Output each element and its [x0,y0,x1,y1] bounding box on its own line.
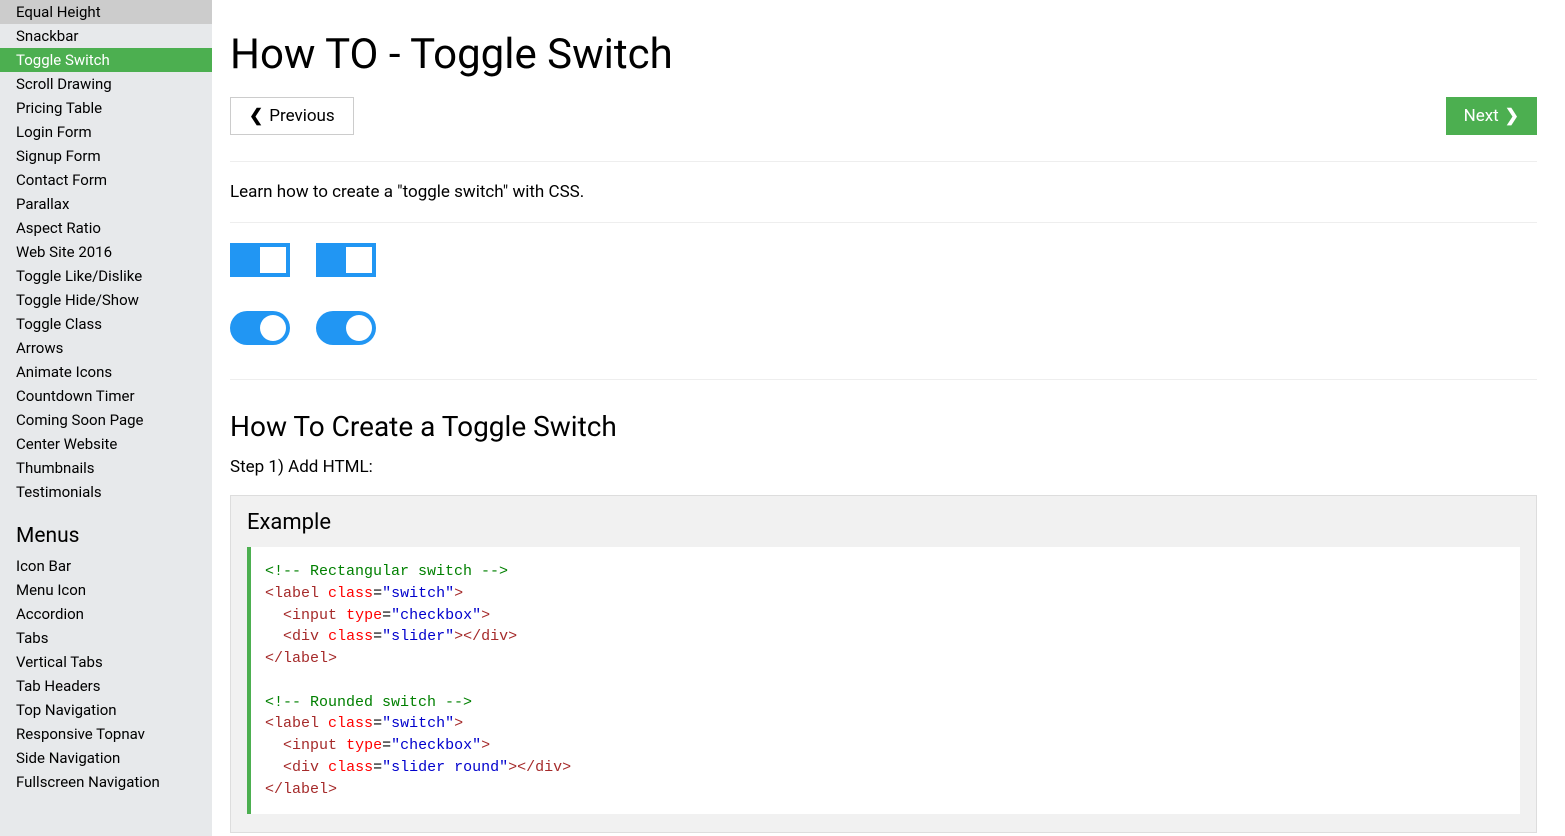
toggle-switch-square-off[interactable] [230,243,290,277]
previous-label: Previous [269,106,334,126]
demo-row-round [230,311,1537,345]
demo-row-square [230,243,1537,277]
chevron-right-icon: ❯ [1505,106,1519,126]
divider [230,161,1537,162]
sidebar-group-2: Icon BarMenu IconAccordionTabsVertical T… [0,554,212,794]
sidebar-item-accordion[interactable]: Accordion [0,602,212,626]
sidebar-item-toggle-switch[interactable]: Toggle Switch [0,48,212,72]
sidebar-item-parallax[interactable]: Parallax [0,192,212,216]
sidebar-item-scroll-drawing[interactable]: Scroll Drawing [0,72,212,96]
sidebar-item-pricing-table[interactable]: Pricing Table [0,96,212,120]
nav-buttons: ❮ Previous Next ❯ [230,97,1537,135]
slider [316,311,376,345]
chevron-left-icon: ❮ [249,106,263,126]
toggle-switch-round-on[interactable] [316,311,376,345]
next-label: Next [1464,106,1499,126]
sidebar-item-fullscreen-navigation[interactable]: Fullscreen Navigation [0,770,212,794]
previous-button[interactable]: ❮ Previous [230,97,354,135]
sidebar: Equal HeightSnackbarToggle SwitchScroll … [0,0,212,836]
section-title: How To Create a Toggle Switch [230,410,1537,443]
page-title: How TO - Toggle Switch [230,30,1537,79]
sidebar-item-arrows[interactable]: Arrows [0,336,212,360]
slider [230,311,290,345]
toggle-switch-round-off[interactable] [230,311,290,345]
sidebar-item-toggle-class[interactable]: Toggle Class [0,312,212,336]
toggle-switch-square-on[interactable] [316,243,376,277]
step-1-label: Step 1) Add HTML: [230,457,1537,477]
slider [316,243,376,277]
divider [230,222,1537,223]
sidebar-group-1: Equal HeightSnackbarToggle SwitchScroll … [0,0,212,504]
code-block: <!-- Rectangular switch --> <label class… [247,547,1520,814]
sidebar-item-menu-icon[interactable]: Menu Icon [0,578,212,602]
sidebar-item-animate-icons[interactable]: Animate Icons [0,360,212,384]
sidebar-item-aspect-ratio[interactable]: Aspect Ratio [0,216,212,240]
slider [230,243,290,277]
sidebar-item-contact-form[interactable]: Contact Form [0,168,212,192]
sidebar-item-icon-bar[interactable]: Icon Bar [0,554,212,578]
main-content: How TO - Toggle Switch ❮ Previous Next ❯… [212,0,1565,836]
sidebar-item-login-form[interactable]: Login Form [0,120,212,144]
sidebar-item-equal-height[interactable]: Equal Height [0,0,212,24]
sidebar-item-tab-headers[interactable]: Tab Headers [0,674,212,698]
next-button[interactable]: Next ❯ [1446,97,1537,135]
sidebar-item-center-website[interactable]: Center Website [0,432,212,456]
intro-text: Learn how to create a "toggle switch" wi… [230,182,1537,202]
sidebar-item-vertical-tabs[interactable]: Vertical Tabs [0,650,212,674]
sidebar-heading-menus: Menus [0,504,212,554]
sidebar-item-thumbnails[interactable]: Thumbnails [0,456,212,480]
sidebar-item-top-navigation[interactable]: Top Navigation [0,698,212,722]
sidebar-item-countdown-timer[interactable]: Countdown Timer [0,384,212,408]
sidebar-item-coming-soon-page[interactable]: Coming Soon Page [0,408,212,432]
sidebar-item-tabs[interactable]: Tabs [0,626,212,650]
sidebar-item-web-site-2016[interactable]: Web Site 2016 [0,240,212,264]
example-box: Example <!-- Rectangular switch --> <lab… [230,495,1537,833]
sidebar-item-toggle-hide-show[interactable]: Toggle Hide/Show [0,288,212,312]
example-title: Example [247,510,1520,535]
sidebar-item-toggle-like-dislike[interactable]: Toggle Like/Dislike [0,264,212,288]
sidebar-item-testimonials[interactable]: Testimonials [0,480,212,504]
divider [230,379,1537,380]
sidebar-item-snackbar[interactable]: Snackbar [0,24,212,48]
sidebar-item-responsive-topnav[interactable]: Responsive Topnav [0,722,212,746]
sidebar-item-side-navigation[interactable]: Side Navigation [0,746,212,770]
sidebar-item-signup-form[interactable]: Signup Form [0,144,212,168]
